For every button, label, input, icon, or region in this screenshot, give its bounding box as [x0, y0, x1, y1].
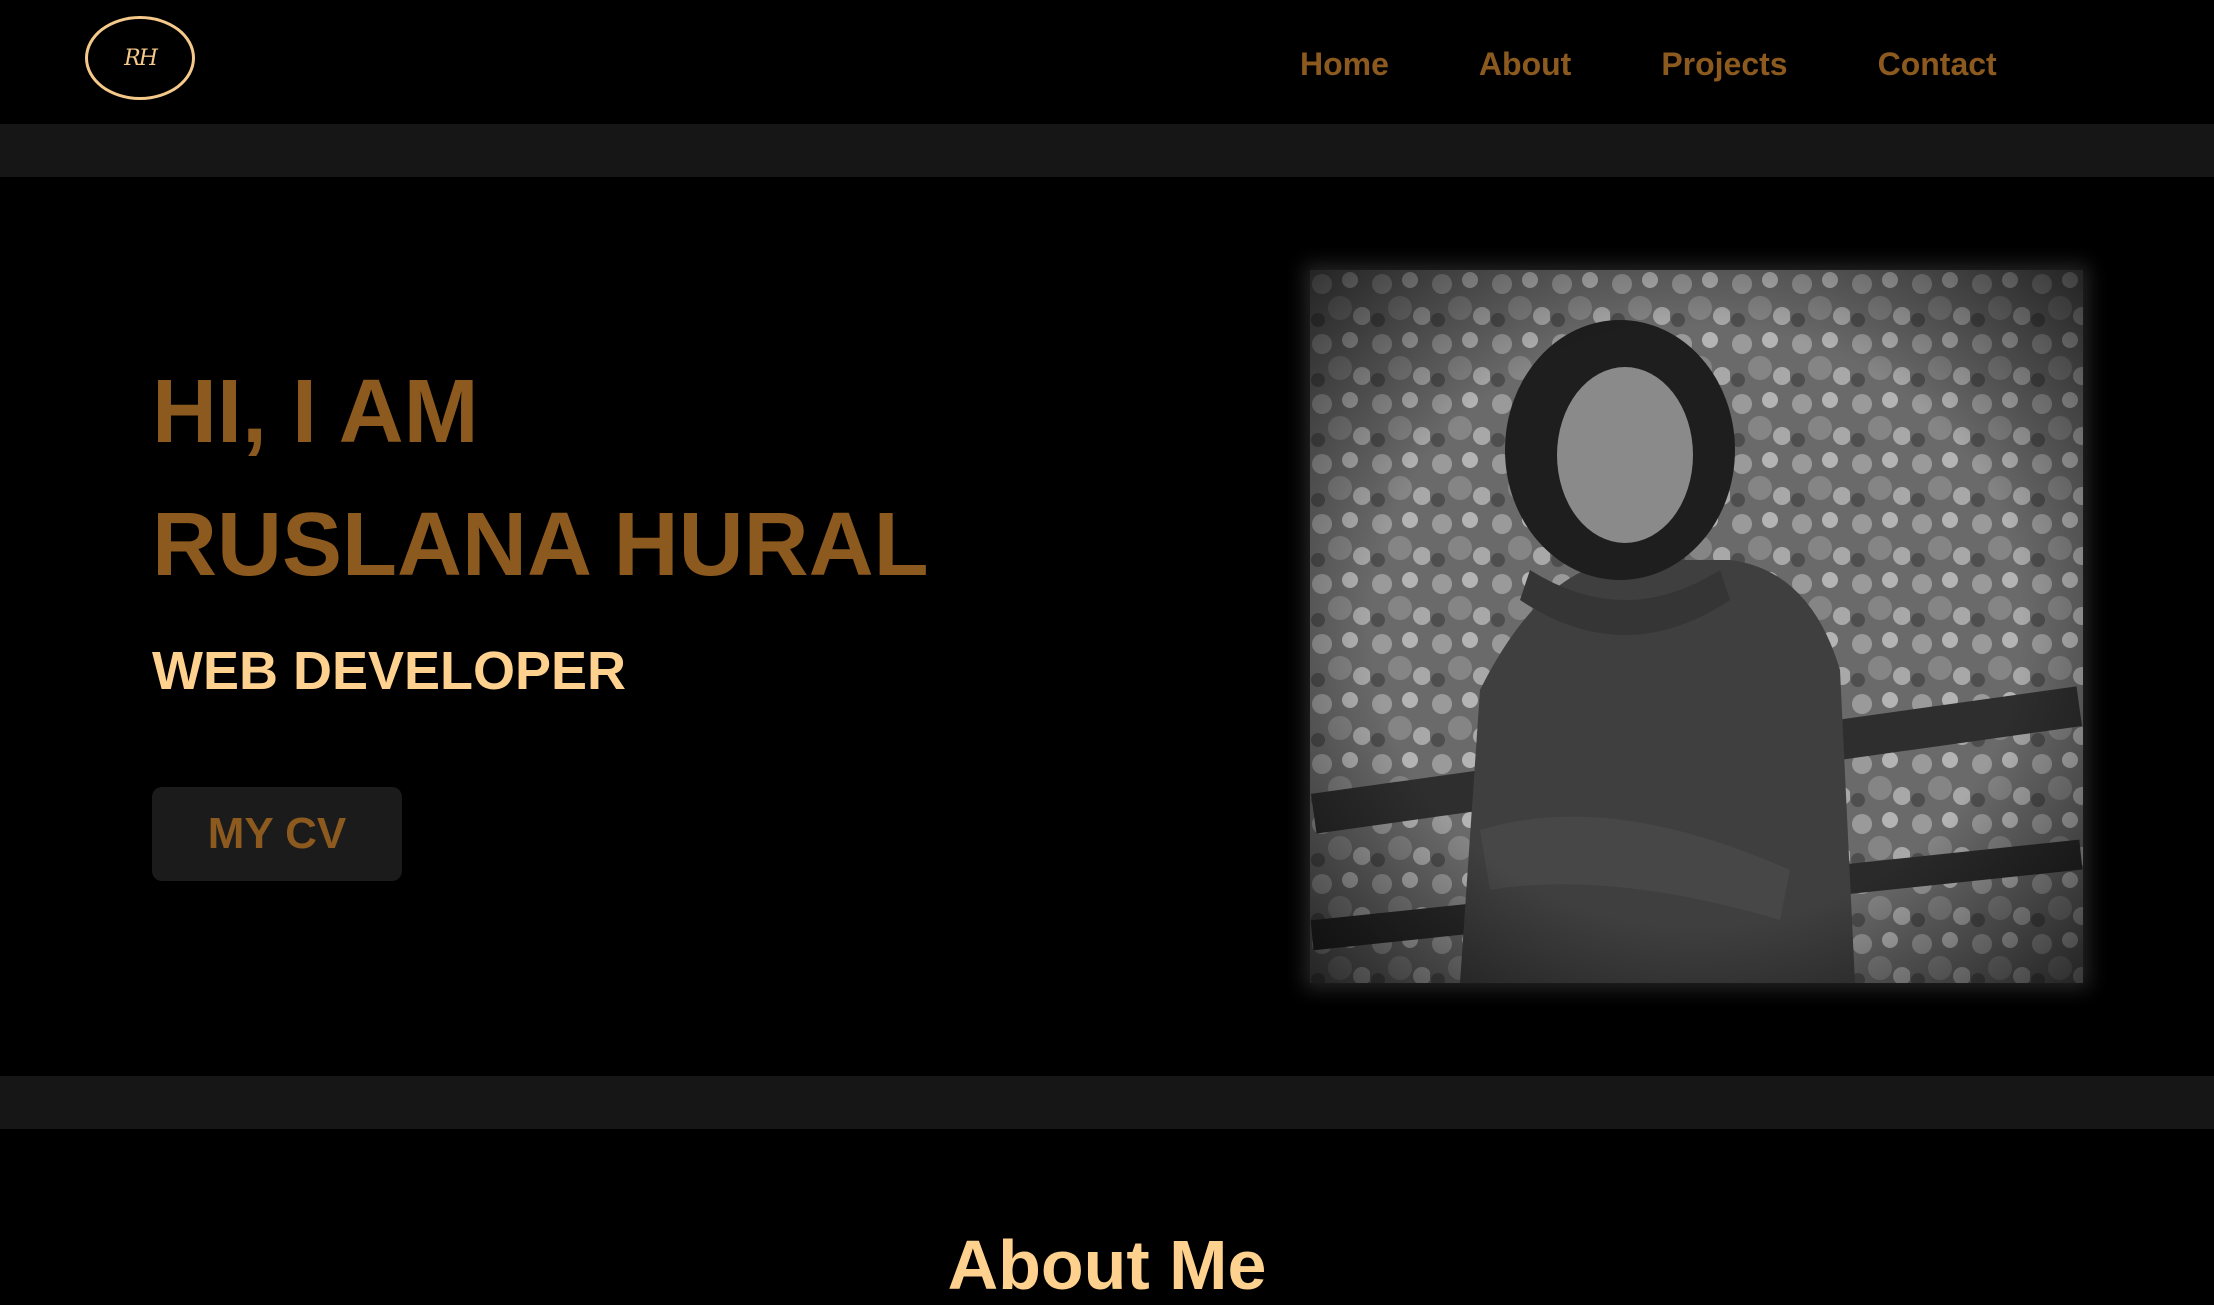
hero-greeting: HI, I AM: [152, 362, 479, 462]
profile-photo: [1310, 270, 2083, 983]
site-header: RH Home About Projects Contact: [0, 0, 2214, 124]
divider-band-bottom: [0, 1076, 2214, 1129]
about-section-title: About Me: [947, 1226, 1267, 1304]
my-cv-button[interactable]: MY CV: [152, 787, 402, 881]
main-nav: Home About Projects Contact: [1300, 40, 2087, 88]
nav-contact-link[interactable]: Contact: [1878, 40, 1997, 88]
logo[interactable]: RH: [85, 16, 195, 100]
profile-photo-image: [1310, 270, 2083, 983]
divider-band-top: [0, 124, 2214, 177]
hero-name: RUSLANA HURAL: [152, 495, 929, 595]
nav-home-link[interactable]: Home: [1300, 40, 1389, 88]
hero-role: WEB DEVELOPER: [152, 641, 627, 701]
logo-monogram: RH: [124, 45, 158, 71]
nav-projects-link[interactable]: Projects: [1661, 40, 1787, 88]
hero-section: HI, I AM RUSLANA HURAL WEB DEVELOPER MY …: [0, 177, 2214, 1076]
nav-about-link[interactable]: About: [1479, 40, 1571, 88]
